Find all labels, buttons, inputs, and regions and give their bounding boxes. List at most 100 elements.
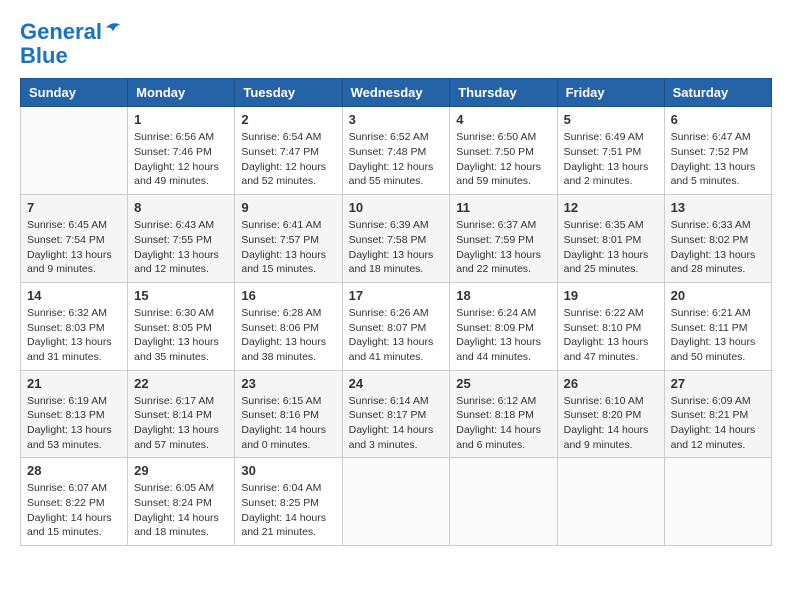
day-number: 9 xyxy=(241,200,335,215)
day-number: 14 xyxy=(27,288,121,303)
day-info: Sunrise: 6:30 AM Sunset: 8:05 PM Dayligh… xyxy=(134,306,228,365)
day-number: 17 xyxy=(349,288,444,303)
calendar-cell xyxy=(664,458,771,546)
calendar-cell: 8 Sunrise: 6:43 AM Sunset: 7:55 PM Daylig… xyxy=(128,195,235,283)
day-info: Sunrise: 6:37 AM Sunset: 7:59 PM Dayligh… xyxy=(456,218,550,277)
day-number: 24 xyxy=(349,376,444,391)
weekday-header: Wednesday xyxy=(342,79,450,107)
calendar-cell: 14 Sunrise: 6:32 AM Sunset: 8:03 PM Dayli… xyxy=(21,282,128,370)
calendar-week-row: 28 Sunrise: 6:07 AM Sunset: 8:22 PM Dayli… xyxy=(21,458,772,546)
day-info: Sunrise: 6:43 AM Sunset: 7:55 PM Dayligh… xyxy=(134,218,228,277)
day-info: Sunrise: 6:05 AM Sunset: 8:24 PM Dayligh… xyxy=(134,481,228,540)
calendar-cell: 26Sunrise: 6:10 AM Sunset: 8:20 PM Dayli… xyxy=(557,370,664,458)
day-number: 18 xyxy=(456,288,550,303)
calendar-cell xyxy=(557,458,664,546)
day-number: 23 xyxy=(241,376,335,391)
day-number: 13 xyxy=(671,200,765,215)
calendar-cell xyxy=(450,458,557,546)
day-number: 5 xyxy=(564,112,658,127)
calendar-cell: 28 Sunrise: 6:07 AM Sunset: 8:22 PM Dayli… xyxy=(21,458,128,546)
day-info: Sunrise: 6:04 AM Sunset: 8:25 PM Dayligh… xyxy=(241,481,335,540)
day-info: Sunrise: 6:52 AM Sunset: 7:48 PM Dayligh… xyxy=(349,130,444,189)
calendar-table: SundayMondayTuesdayWednesdayThursdayFrid… xyxy=(20,78,772,546)
day-info: Sunrise: 6:32 AM Sunset: 8:03 PM Dayligh… xyxy=(27,306,121,365)
day-number: 30 xyxy=(241,463,335,478)
calendar-cell: 6 Sunrise: 6:47 AM Sunset: 7:52 PM Daylig… xyxy=(664,107,771,195)
calendar-cell: 21 Sunrise: 6:19 AM Sunset: 8:13 PM Dayli… xyxy=(21,370,128,458)
day-info: Sunrise: 6:45 AM Sunset: 7:54 PM Dayligh… xyxy=(27,218,121,277)
calendar-week-row: 1 Sunrise: 6:56 AM Sunset: 7:46 PM Daylig… xyxy=(21,107,772,195)
calendar-cell: 18Sunrise: 6:24 AM Sunset: 8:09 PM Dayli… xyxy=(450,282,557,370)
calendar-cell: 22 Sunrise: 6:17 AM Sunset: 8:14 PM Dayli… xyxy=(128,370,235,458)
day-info: Sunrise: 6:33 AM Sunset: 8:02 PM Dayligh… xyxy=(671,218,765,277)
logo-text-line2: Blue xyxy=(20,44,122,68)
calendar-cell: 9 Sunrise: 6:41 AM Sunset: 7:57 PM Daylig… xyxy=(235,195,342,283)
day-info: Sunrise: 6:49 AM Sunset: 7:51 PM Dayligh… xyxy=(564,130,658,189)
day-info: Sunrise: 6:22 AM Sunset: 8:10 PM Dayligh… xyxy=(564,306,658,365)
day-number: 15 xyxy=(134,288,228,303)
calendar-week-row: 21 Sunrise: 6:19 AM Sunset: 8:13 PM Dayli… xyxy=(21,370,772,458)
day-number: 22 xyxy=(134,376,228,391)
calendar-cell: 19 Sunrise: 6:22 AM Sunset: 8:10 PM Dayli… xyxy=(557,282,664,370)
day-info: Sunrise: 6:54 AM Sunset: 7:47 PM Dayligh… xyxy=(241,130,335,189)
calendar-cell: 12 Sunrise: 6:35 AM Sunset: 8:01 PM Dayli… xyxy=(557,195,664,283)
day-number: 20 xyxy=(671,288,765,303)
logo-text-line1: General xyxy=(20,20,102,44)
calendar-cell: 4 Sunrise: 6:50 AM Sunset: 7:50 PM Daylig… xyxy=(450,107,557,195)
day-number: 12 xyxy=(564,200,658,215)
day-info: Sunrise: 6:47 AM Sunset: 7:52 PM Dayligh… xyxy=(671,130,765,189)
calendar-cell: 2 Sunrise: 6:54 AM Sunset: 7:47 PM Daylig… xyxy=(235,107,342,195)
day-number: 10 xyxy=(349,200,444,215)
calendar-cell: 7Sunrise: 6:45 AM Sunset: 7:54 PM Daylig… xyxy=(21,195,128,283)
calendar-cell: 24 Sunrise: 6:14 AM Sunset: 8:17 PM Dayli… xyxy=(342,370,450,458)
day-info: Sunrise: 6:39 AM Sunset: 7:58 PM Dayligh… xyxy=(349,218,444,277)
calendar-week-row: 7Sunrise: 6:45 AM Sunset: 7:54 PM Daylig… xyxy=(21,195,772,283)
day-info: Sunrise: 6:10 AM Sunset: 8:20 PM Dayligh… xyxy=(564,394,658,453)
calendar-header-row: SundayMondayTuesdayWednesdayThursdayFrid… xyxy=(21,79,772,107)
weekday-header: Friday xyxy=(557,79,664,107)
day-info: Sunrise: 6:09 AM Sunset: 8:21 PM Dayligh… xyxy=(671,394,765,453)
calendar-cell: 16 Sunrise: 6:28 AM Sunset: 8:06 PM Dayli… xyxy=(235,282,342,370)
weekday-header: Sunday xyxy=(21,79,128,107)
calendar-cell xyxy=(21,107,128,195)
day-number: 2 xyxy=(241,112,335,127)
day-number: 1 xyxy=(134,112,228,127)
day-info: Sunrise: 6:21 AM Sunset: 8:11 PM Dayligh… xyxy=(671,306,765,365)
day-number: 27 xyxy=(671,376,765,391)
calendar-cell: 29Sunrise: 6:05 AM Sunset: 8:24 PM Dayli… xyxy=(128,458,235,546)
day-number: 8 xyxy=(134,200,228,215)
day-number: 16 xyxy=(241,288,335,303)
day-number: 4 xyxy=(456,112,550,127)
day-info: Sunrise: 6:56 AM Sunset: 7:46 PM Dayligh… xyxy=(134,130,228,189)
day-info: Sunrise: 6:19 AM Sunset: 8:13 PM Dayligh… xyxy=(27,394,121,453)
day-info: Sunrise: 6:26 AM Sunset: 8:07 PM Dayligh… xyxy=(349,306,444,365)
calendar-cell: 27 Sunrise: 6:09 AM Sunset: 8:21 PM Dayli… xyxy=(664,370,771,458)
calendar-cell: 17 Sunrise: 6:26 AM Sunset: 8:07 PM Dayli… xyxy=(342,282,450,370)
day-info: Sunrise: 6:41 AM Sunset: 7:57 PM Dayligh… xyxy=(241,218,335,277)
calendar-cell: 25Sunrise: 6:12 AM Sunset: 8:18 PM Dayli… xyxy=(450,370,557,458)
logo-bird-icon xyxy=(104,19,122,37)
day-number: 19 xyxy=(564,288,658,303)
day-info: Sunrise: 6:35 AM Sunset: 8:01 PM Dayligh… xyxy=(564,218,658,277)
calendar-cell: 23Sunrise: 6:15 AM Sunset: 8:16 PM Dayli… xyxy=(235,370,342,458)
calendar-cell xyxy=(342,458,450,546)
calendar-cell: 10 Sunrise: 6:39 AM Sunset: 7:58 PM Dayli… xyxy=(342,195,450,283)
calendar-week-row: 14 Sunrise: 6:32 AM Sunset: 8:03 PM Dayli… xyxy=(21,282,772,370)
day-info: Sunrise: 6:07 AM Sunset: 8:22 PM Dayligh… xyxy=(27,481,121,540)
day-number: 3 xyxy=(349,112,444,127)
weekday-header: Thursday xyxy=(450,79,557,107)
weekday-header: Saturday xyxy=(664,79,771,107)
calendar-cell: 3 Sunrise: 6:52 AM Sunset: 7:48 PM Daylig… xyxy=(342,107,450,195)
day-info: Sunrise: 6:14 AM Sunset: 8:17 PM Dayligh… xyxy=(349,394,444,453)
day-info: Sunrise: 6:28 AM Sunset: 8:06 PM Dayligh… xyxy=(241,306,335,365)
day-number: 11 xyxy=(456,200,550,215)
calendar-cell: 30 Sunrise: 6:04 AM Sunset: 8:25 PM Dayli… xyxy=(235,458,342,546)
calendar-cell: 5 Sunrise: 6:49 AM Sunset: 7:51 PM Daylig… xyxy=(557,107,664,195)
day-number: 6 xyxy=(671,112,765,127)
weekday-header: Monday xyxy=(128,79,235,107)
calendar-cell: 20 Sunrise: 6:21 AM Sunset: 8:11 PM Dayli… xyxy=(664,282,771,370)
day-info: Sunrise: 6:17 AM Sunset: 8:14 PM Dayligh… xyxy=(134,394,228,453)
day-number: 28 xyxy=(27,463,121,478)
day-info: Sunrise: 6:50 AM Sunset: 7:50 PM Dayligh… xyxy=(456,130,550,189)
day-number: 21 xyxy=(27,376,121,391)
